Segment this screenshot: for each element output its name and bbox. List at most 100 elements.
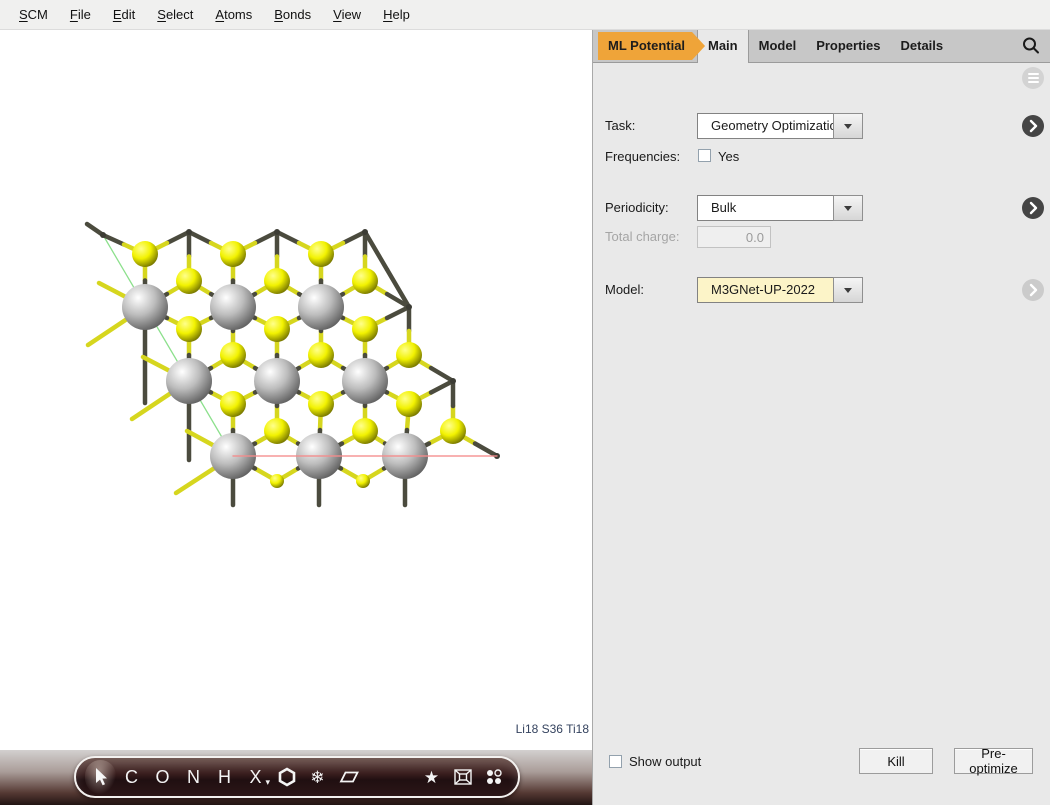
- kill-button[interactable]: Kill: [859, 748, 933, 774]
- menu-edit[interactable]: Edit: [102, 7, 146, 22]
- hexagon-ring-icon: [277, 767, 297, 787]
- tab-model[interactable]: Model: [749, 30, 807, 62]
- bond[interactable]: [365, 232, 387, 270]
- frequencies-label: Frequencies:: [605, 149, 680, 164]
- amsinput-window: SCMFileEditSelectAtomsBondsViewHelp Li18…: [0, 0, 1050, 805]
- atom-Ti[interactable]: [254, 358, 300, 404]
- bond[interactable]: [167, 232, 189, 243]
- bond[interactable]: [255, 232, 277, 243]
- element-h-button-label: H: [218, 767, 231, 788]
- atom-S[interactable]: [352, 418, 378, 444]
- atom-Ti[interactable]: [298, 284, 344, 330]
- element-x-button[interactable]: X▾: [240, 760, 271, 794]
- bond[interactable]: [277, 232, 299, 243]
- pre-optimize-button[interactable]: Pre-optimize: [954, 748, 1033, 774]
- tab-details[interactable]: Details: [891, 30, 954, 62]
- bond[interactable]: [431, 368, 453, 381]
- model-details-button: [1022, 279, 1044, 301]
- atom-S[interactable]: [396, 391, 422, 417]
- bond[interactable]: [343, 232, 365, 243]
- tab-properties[interactable]: Properties: [806, 30, 890, 62]
- atom-S[interactable]: [176, 316, 202, 342]
- snowflake-icon: ❄: [310, 769, 324, 786]
- element-n-button[interactable]: N: [178, 760, 209, 794]
- menu-scm[interactable]: SCM: [8, 7, 59, 22]
- task-details-button[interactable]: [1022, 115, 1044, 137]
- atom-Ti[interactable]: [210, 284, 256, 330]
- atom-S[interactable]: [396, 342, 422, 368]
- atom-Ss[interactable]: [356, 474, 370, 488]
- atom-S[interactable]: [264, 268, 290, 294]
- periodicity-select[interactable]: Bulk: [697, 195, 863, 221]
- atom-Ti[interactable]: [342, 358, 388, 404]
- module-tab-ml-potential[interactable]: ML Potential: [598, 32, 705, 60]
- cell-view-tool[interactable]: [447, 760, 478, 794]
- builder-toolbar: CONH X▾ ❄ ★: [74, 756, 520, 798]
- perspective-box-icon: [453, 768, 473, 786]
- molecule-canvas[interactable]: [0, 30, 592, 750]
- bond[interactable]: [431, 381, 453, 393]
- frequencies-option-label: Yes: [718, 149, 739, 164]
- atom-S[interactable]: [132, 241, 158, 267]
- atom-Vx: [450, 378, 456, 384]
- periodicity-label: Periodicity:: [605, 200, 669, 215]
- element-n-button-label: N: [187, 767, 200, 788]
- ring-tool[interactable]: [271, 760, 302, 794]
- crystal-tool[interactable]: ❄: [302, 760, 333, 794]
- bond[interactable]: [475, 444, 497, 457]
- menu-select[interactable]: Select: [146, 7, 204, 22]
- element-c-button[interactable]: C: [116, 760, 147, 794]
- toolbar-strip: CONH X▾ ❄ ★: [0, 750, 592, 805]
- atom-Vx: [406, 304, 412, 310]
- menu-file[interactable]: File: [59, 7, 102, 22]
- panel-menu-button[interactable]: [1022, 67, 1044, 89]
- atom-Ss[interactable]: [270, 474, 284, 488]
- atom-Vx: [274, 229, 280, 235]
- element-h-button[interactable]: H: [209, 760, 240, 794]
- total-charge-label: Total charge:: [605, 229, 679, 244]
- tab-main[interactable]: Main: [697, 30, 749, 63]
- atom-Ti[interactable]: [122, 284, 168, 330]
- star-icon: ★: [424, 769, 439, 786]
- atom-S[interactable]: [220, 391, 246, 417]
- plane-tool[interactable]: [333, 760, 364, 794]
- task-value: Geometry Optimization: [697, 113, 833, 139]
- select-tool[interactable]: [85, 760, 116, 794]
- model-select[interactable]: M3GNet-UP-2022: [697, 277, 863, 303]
- cell-edge-green: [103, 235, 233, 456]
- show-output-label: Show output: [629, 754, 701, 769]
- atom-S[interactable]: [308, 241, 334, 267]
- bond[interactable]: [189, 232, 211, 243]
- atom-Ti[interactable]: [166, 358, 212, 404]
- atom-S[interactable]: [220, 241, 246, 267]
- atom-S[interactable]: [440, 418, 466, 444]
- search-icon[interactable]: [1020, 35, 1042, 57]
- periodicity-details-button[interactable]: [1022, 197, 1044, 219]
- dropdown-arrow-icon[interactable]: [833, 113, 863, 139]
- atom-S[interactable]: [176, 268, 202, 294]
- atom-S[interactable]: [308, 391, 334, 417]
- input-panel: MainModelPropertiesDetails ML Potential …: [592, 30, 1050, 805]
- cursor-icon: [92, 767, 110, 787]
- atom-S[interactable]: [352, 268, 378, 294]
- structure-viewer[interactable]: Li18 S36 Ti18: [0, 30, 592, 750]
- atom-S[interactable]: [352, 316, 378, 342]
- menu-view[interactable]: View: [322, 7, 372, 22]
- menu-bonds[interactable]: Bonds: [263, 7, 322, 22]
- atom-S[interactable]: [220, 342, 246, 368]
- dropdown-arrow-icon[interactable]: [833, 277, 863, 303]
- menu-atoms[interactable]: Atoms: [204, 7, 263, 22]
- menu-help[interactable]: Help: [372, 7, 421, 22]
- bond[interactable]: [387, 307, 409, 318]
- details-tool[interactable]: [478, 760, 509, 794]
- dropdown-arrow-icon[interactable]: [833, 195, 863, 221]
- atom-S[interactable]: [264, 316, 290, 342]
- task-select[interactable]: Geometry Optimization: [697, 113, 863, 139]
- templates-tool[interactable]: ★: [416, 760, 447, 794]
- atom-S[interactable]: [264, 418, 290, 444]
- model-label: Model:: [605, 282, 644, 297]
- atom-S[interactable]: [308, 342, 334, 368]
- show-output-checkbox[interactable]: [609, 755, 622, 768]
- element-o-button[interactable]: O: [147, 760, 178, 794]
- frequencies-checkbox[interactable]: [698, 149, 711, 162]
